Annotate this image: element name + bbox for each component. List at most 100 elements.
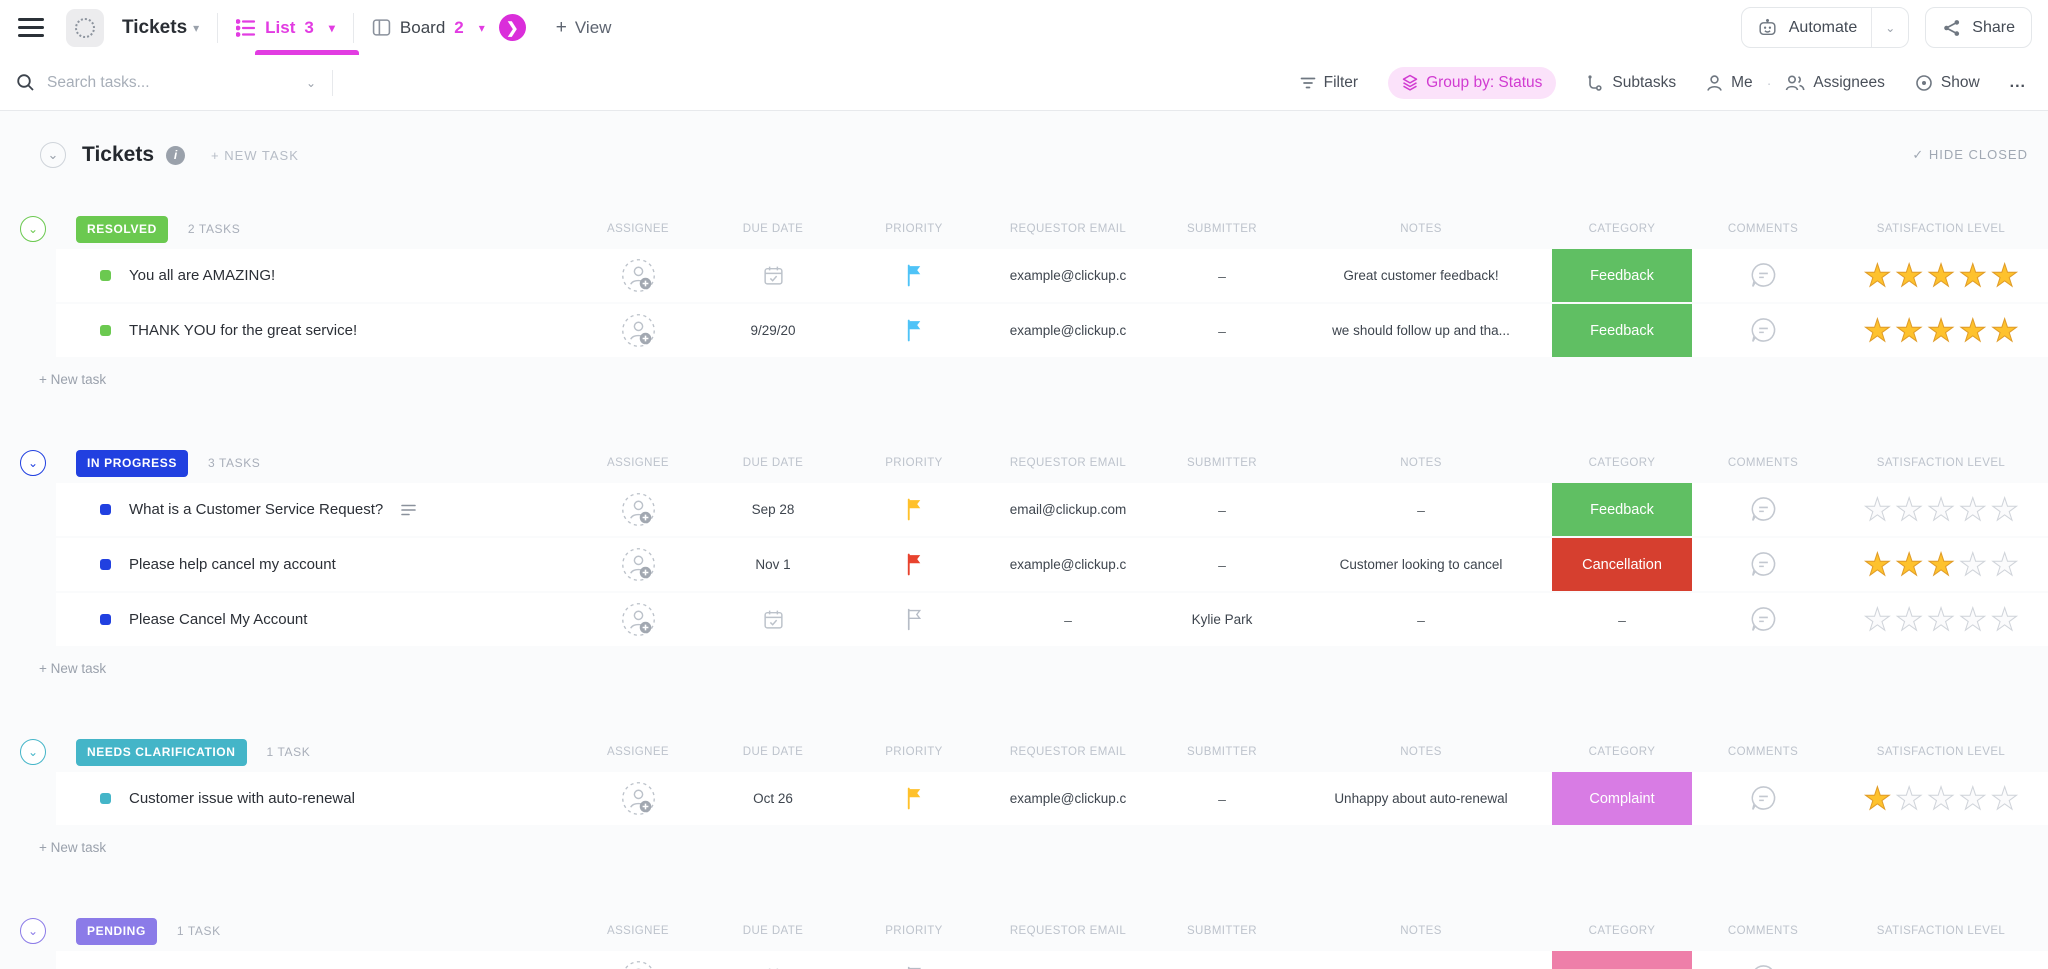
section-new-task-button[interactable]: + NEW TASK <box>211 148 299 163</box>
notes-cell[interactable] <box>1290 951 1552 969</box>
assignee-cell[interactable] <box>576 951 700 969</box>
category-badge[interactable]: Cancellation <box>1552 538 1692 591</box>
star-icon[interactable]: ★ <box>1927 315 1955 346</box>
column-header-notes[interactable]: NOTES <box>1290 925 1552 937</box>
notes-cell[interactable]: we should follow up and tha... <box>1290 304 1552 357</box>
due-date-cell[interactable]: Sep 28 <box>700 483 846 536</box>
priority-cell[interactable] <box>846 951 982 969</box>
star-icon[interactable]: ★ <box>1864 783 1892 814</box>
star-icon[interactable]: ★ <box>1991 260 2019 291</box>
description-icon[interactable] <box>401 504 416 516</box>
due-date-cell[interactable] <box>700 249 846 302</box>
task-row[interactable]: Please help cancel my account Nov 1 exam… <box>56 538 2048 591</box>
column-header-category[interactable]: CATEGORY <box>1552 925 1692 937</box>
comments-cell[interactable] <box>1692 249 1834 302</box>
requestor-email-cell[interactable]: email@clickup.com <box>982 483 1154 536</box>
star-icon[interactable]: ★ <box>1991 494 2019 525</box>
star-icon[interactable]: ★ <box>1991 604 2019 635</box>
status-badge[interactable]: NEEDS CLARIFICATION <box>76 739 247 766</box>
category-cell[interactable] <box>1552 951 1692 969</box>
star-icon[interactable]: ★ <box>1959 260 1987 291</box>
task-title[interactable]: You all are AMAZING! <box>129 267 275 284</box>
column-header-comments[interactable]: COMMENTS <box>1692 223 1834 235</box>
priority-cell[interactable] <box>846 593 982 646</box>
requestor-email-cell[interactable]: example@clickup.c <box>982 772 1154 825</box>
tab-list-view[interactable]: List 3 ▾ <box>236 18 335 38</box>
column-header-satisfaction-level[interactable]: SATISFACTION LEVEL <box>1834 746 2048 758</box>
satisfaction-cell[interactable]: ★★★★★ <box>1834 772 2048 825</box>
requestor-email-cell[interactable]: example@clickup.c <box>982 538 1154 591</box>
star-icon[interactable]: ★ <box>1927 783 1955 814</box>
column-header-category[interactable]: CATEGORY <box>1552 223 1692 235</box>
star-icon[interactable]: ★ <box>1959 783 1987 814</box>
assignee-cell[interactable] <box>576 772 700 825</box>
satisfaction-stars[interactable]: ★★★★★ <box>1864 260 2019 291</box>
star-icon[interactable]: ★ <box>1959 549 1987 580</box>
column-header-submitter[interactable]: SUBMITTER <box>1154 925 1290 937</box>
column-header-requestor-email[interactable]: REQUESTOR EMAIL <box>982 746 1154 758</box>
automate-button[interactable]: Automate ⌄ <box>1741 7 1910 48</box>
star-icon[interactable]: ★ <box>1959 494 1987 525</box>
assignees-button[interactable]: Assignees <box>1785 74 1885 92</box>
due-date-cell[interactable]: Nov 1 <box>700 538 846 591</box>
category-cell[interactable]: Feedback <box>1552 304 1692 357</box>
category-badge[interactable]: Feedback <box>1552 304 1692 357</box>
group-collapse-icon[interactable]: ⌄ <box>20 216 46 242</box>
status-square-icon[interactable] <box>100 325 111 336</box>
comments-cell[interactable] <box>1692 538 1834 591</box>
more-options-button[interactable]: ... <box>2010 74 2026 92</box>
submitter-cell[interactable]: – <box>1154 538 1290 591</box>
priority-cell[interactable] <box>846 538 982 591</box>
star-icon[interactable]: ★ <box>1927 494 1955 525</box>
column-header-due-date[interactable]: DUE DATE <box>700 925 846 937</box>
show-button[interactable]: Show <box>1915 74 1980 92</box>
assignee-cell[interactable] <box>576 483 700 536</box>
column-header-requestor-email[interactable]: REQUESTOR EMAIL <box>982 457 1154 469</box>
priority-cell[interactable] <box>846 249 982 302</box>
assignee-cell[interactable] <box>576 538 700 591</box>
info-icon[interactable]: i <box>166 146 185 165</box>
column-header-comments[interactable]: COMMENTS <box>1692 925 1834 937</box>
new-task-button[interactable]: + New task <box>0 827 2048 871</box>
star-icon[interactable]: ★ <box>1864 315 1892 346</box>
star-icon[interactable]: ★ <box>1895 549 1923 580</box>
star-icon[interactable]: ★ <box>1895 604 1923 635</box>
task-title[interactable]: Please Cancel My Account <box>129 611 307 628</box>
category-badge[interactable] <box>1552 951 1692 969</box>
satisfaction-stars[interactable]: ★★★★★ <box>1864 783 2019 814</box>
comments-cell[interactable] <box>1692 772 1834 825</box>
star-icon[interactable]: ★ <box>1895 783 1923 814</box>
category-cell[interactable]: Complaint <box>1552 772 1692 825</box>
submitter-cell[interactable]: – <box>1154 483 1290 536</box>
star-icon[interactable]: ★ <box>1864 549 1892 580</box>
notes-cell[interactable]: – <box>1290 593 1552 646</box>
satisfaction-stars[interactable]: ★★★★★ <box>1864 494 2019 525</box>
share-button[interactable]: Share <box>1925 7 2032 48</box>
star-icon[interactable]: ★ <box>1959 315 1987 346</box>
task-row[interactable]: Please Cancel My Account –Kylie Park–– ★… <box>56 593 2048 646</box>
status-badge[interactable]: PENDING <box>76 918 157 945</box>
assignee-cell[interactable] <box>576 249 700 302</box>
new-task-button[interactable]: + New task <box>0 359 2048 403</box>
section-collapse-icon[interactable]: ⌄ <box>40 142 66 168</box>
column-header-comments[interactable]: COMMENTS <box>1692 746 1834 758</box>
category-cell[interactable]: Cancellation <box>1552 538 1692 591</box>
column-header-priority[interactable]: PRIORITY <box>846 457 982 469</box>
status-square-icon[interactable] <box>100 270 111 281</box>
category-badge[interactable]: Complaint <box>1552 772 1692 825</box>
star-icon[interactable]: ★ <box>1864 604 1892 635</box>
assignee-cell[interactable] <box>576 593 700 646</box>
priority-cell[interactable] <box>846 483 982 536</box>
new-task-button[interactable]: + New task <box>0 648 2048 692</box>
comments-cell[interactable] <box>1692 593 1834 646</box>
star-icon[interactable]: ★ <box>1991 783 2019 814</box>
task-row[interactable]: Customer issue with auto-renewal Oct 26 … <box>56 772 2048 825</box>
star-icon[interactable]: ★ <box>1927 549 1955 580</box>
column-header-requestor-email[interactable]: REQUESTOR EMAIL <box>982 925 1154 937</box>
star-icon[interactable]: ★ <box>1895 494 1923 525</box>
status-square-icon[interactable] <box>100 793 111 804</box>
satisfaction-cell[interactable]: ★★★★★ <box>1834 304 2048 357</box>
requestor-email-cell[interactable]: example@clickup.c <box>982 304 1154 357</box>
requestor-email-cell[interactable]: – <box>982 593 1154 646</box>
star-icon[interactable]: ★ <box>1991 549 2019 580</box>
